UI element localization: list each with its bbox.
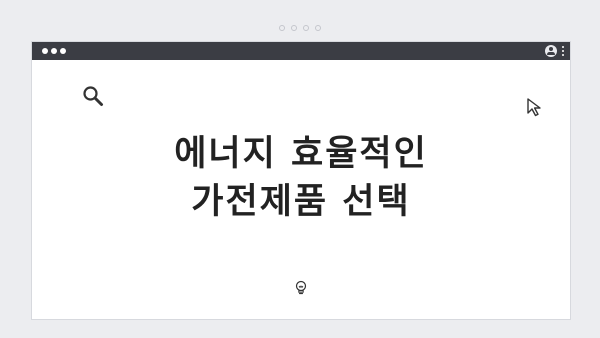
window-control-dot[interactable] [42,48,48,54]
pager-dot[interactable] [315,25,321,31]
browser-window: 에너지 효율적인 가전제품 선택 [31,41,571,320]
lightbulb-icon [295,280,307,295]
kebab-menu-icon[interactable] [562,46,564,56]
pager-dots [0,25,600,31]
cursor-arrow-icon [527,98,541,117]
pager-dot[interactable] [303,25,309,31]
window-titlebar [32,42,570,60]
window-control-dot[interactable] [60,48,66,54]
user-icon[interactable] [545,45,557,57]
window-controls [42,48,66,54]
pager-dot[interactable] [291,25,297,31]
headline-line-1: 에너지 효율적인 [174,134,428,174]
window-control-dot[interactable] [51,48,57,54]
search-icon[interactable] [82,85,104,107]
headline-line-2: 가전제품 선택 [191,182,411,222]
page-headline: 에너지 효율적인 가전제품 선택 [32,130,570,226]
pager-dot[interactable] [279,25,285,31]
